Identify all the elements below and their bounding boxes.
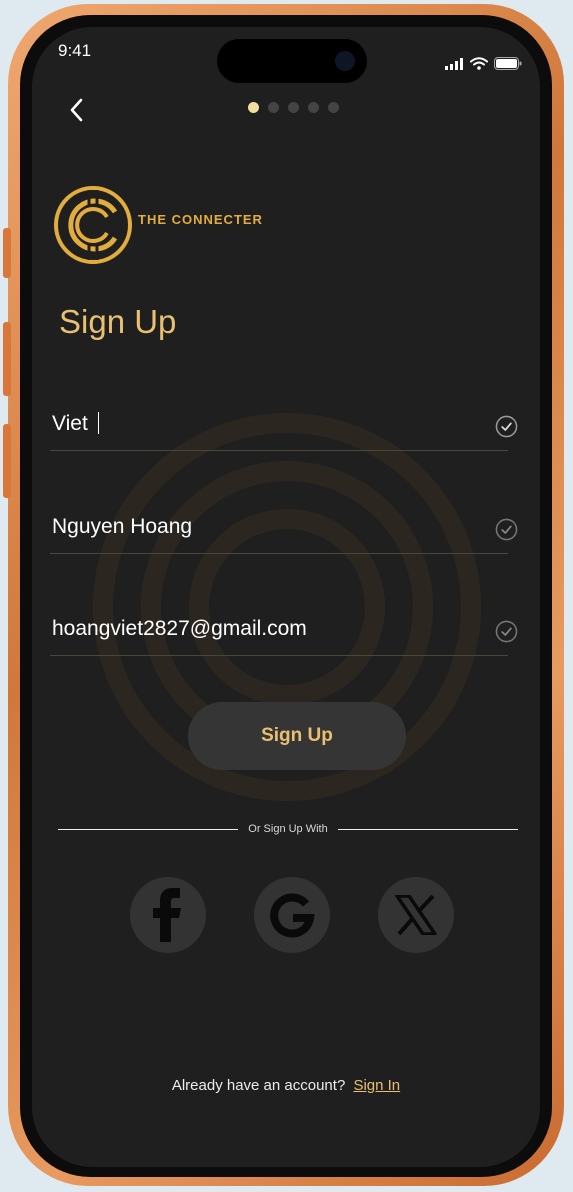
text-cursor: [97, 412, 100, 434]
check-circle-icon: [495, 620, 518, 643]
x-button[interactable]: [378, 877, 454, 953]
step-dot: [328, 102, 339, 113]
signal-icon: [445, 57, 463, 70]
google-button[interactable]: [254, 877, 330, 953]
divider-line: [58, 828, 239, 830]
page-title: Sign Up: [59, 303, 177, 340]
divider-line: [337, 828, 518, 830]
status-time: 9:41: [58, 41, 92, 60]
email-field[interactable]: hoangviet2827@gmail.com: [50, 597, 518, 656]
step-indicator: [248, 102, 339, 113]
screen: 9:41 THE CONNECTER Sign Up Viet Nguyen H…: [32, 27, 540, 1167]
first-name-value: Viet: [52, 412, 100, 436]
back-chevron-icon[interactable]: [62, 95, 92, 125]
social-divider: Or Sign Up With: [58, 823, 518, 835]
battery-icon: [494, 57, 522, 70]
social-buttons: [130, 877, 454, 953]
check-circle-icon: [495, 415, 518, 438]
sign-in-link[interactable]: Sign In: [353, 1077, 400, 1094]
dynamic-island: [217, 39, 367, 83]
step-dot: [308, 102, 319, 113]
google-icon: [270, 893, 315, 938]
connecter-logo: [54, 186, 132, 264]
last-name-field[interactable]: Nguyen Hoang: [50, 495, 518, 554]
email-value: hoangviet2827@gmail.com: [52, 617, 307, 640]
action-button: [3, 228, 11, 278]
brand-name: THE CONNECTER: [138, 212, 263, 227]
status-icons: [445, 57, 522, 70]
first-name-field[interactable]: Viet: [50, 392, 518, 451]
wifi-icon: [470, 57, 488, 70]
check-circle-icon: [495, 518, 518, 541]
front-camera-icon: [335, 51, 355, 71]
facebook-icon: [153, 888, 181, 942]
volume-up-button: [3, 322, 11, 396]
volume-down-button: [3, 424, 11, 498]
step-dot: [248, 102, 259, 113]
sign-up-button[interactable]: Sign Up: [188, 702, 406, 770]
facebook-button[interactable]: [130, 877, 206, 953]
sign-in-prompt: Already have an account? Sign In: [32, 1077, 540, 1094]
step-dot: [288, 102, 299, 113]
step-dot: [268, 102, 279, 113]
divider-label: Or Sign Up With: [248, 823, 328, 835]
footer-prompt-text: Already have an account?: [171, 1077, 346, 1094]
x-icon: [395, 895, 437, 935]
last-name-value: Nguyen Hoang: [52, 515, 193, 538]
